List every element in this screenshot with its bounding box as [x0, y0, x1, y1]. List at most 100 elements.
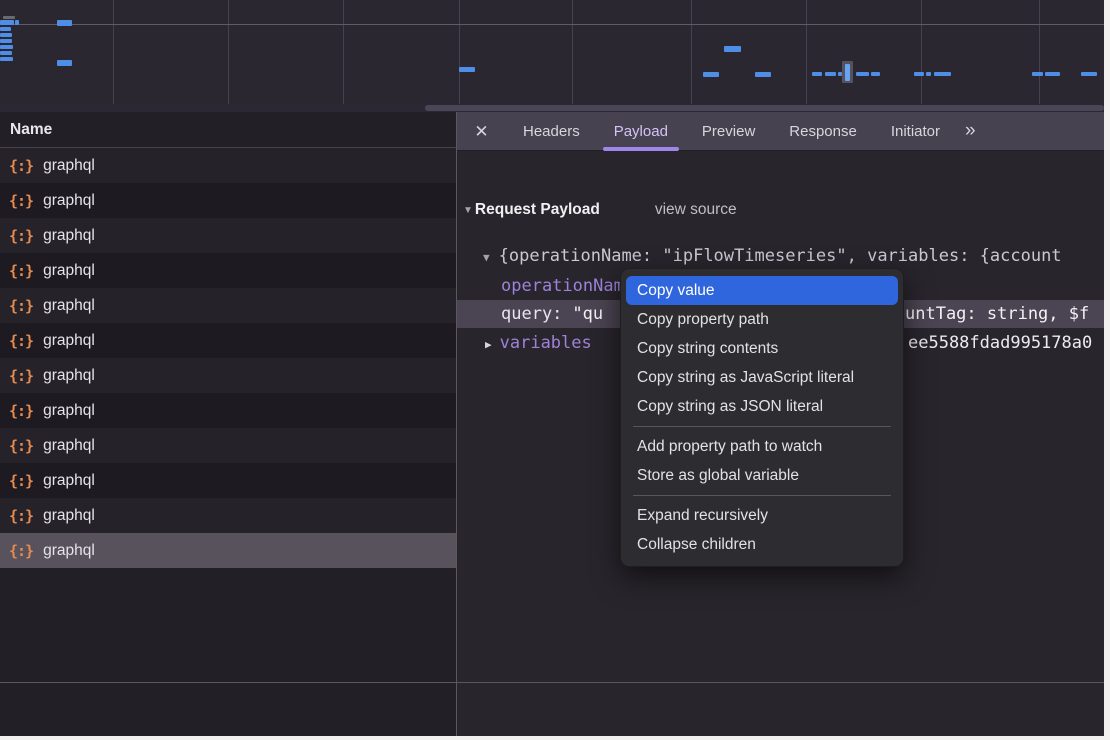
- waterfall-bar: [1032, 72, 1043, 76]
- menu-item-store-as-global-variable[interactable]: Store as global variable: [621, 461, 903, 490]
- waterfall-bar: [934, 72, 951, 76]
- json-braces-icon: {:}: [9, 402, 33, 420]
- menu-item-add-property-path-to-watch[interactable]: Add property path to watch: [621, 432, 903, 461]
- menu-item-copy-string-as-json-literal[interactable]: Copy string as JSON literal: [621, 392, 903, 421]
- payload-summary-text: {operationName: "ipFlowTimeseries", vari…: [499, 246, 1062, 266]
- waterfall-bar: [15, 20, 19, 25]
- screenshot-edge-bottom: [0, 736, 1110, 740]
- request-name: graphql: [43, 332, 95, 350]
- waterfall-bar: [0, 51, 12, 55]
- expanded-triangle-icon: ▼: [483, 251, 490, 264]
- waterfall-bar: [1045, 72, 1060, 76]
- overview-horizontal-gridline: [0, 24, 1104, 25]
- waterfall-bar: [812, 72, 822, 76]
- menu-item-copy-string-contents[interactable]: Copy string contents: [621, 334, 903, 363]
- request-name: graphql: [43, 437, 95, 455]
- menu-item-copy-property-path[interactable]: Copy property path: [621, 305, 903, 334]
- waterfall-bar: [755, 72, 771, 77]
- json-braces-icon: {:}: [9, 542, 33, 560]
- network-request-row[interactable]: {:} graphql: [0, 323, 456, 358]
- waterfall-bar: [926, 72, 931, 76]
- json-value-continued: ee5588fdad995178a0: [908, 330, 1092, 356]
- network-request-row[interactable]: {:} graphql: [0, 428, 456, 463]
- json-string-value: "qu: [572, 304, 603, 324]
- tab-headers[interactable]: Headers: [506, 112, 597, 151]
- waterfall-bar: [459, 67, 475, 72]
- json-braces-icon: {:}: [9, 297, 33, 315]
- screenshot-edge-right: [1104, 0, 1110, 740]
- waterfall-bar: [57, 60, 72, 66]
- waterfall-bar: [3, 16, 15, 19]
- overview-scrollbar-thumb[interactable]: [425, 105, 1104, 111]
- request-name: graphql: [43, 297, 95, 315]
- network-overview-timeline: [0, 0, 1104, 104]
- close-icon[interactable]: ✕: [473, 123, 490, 140]
- waterfall-bar: [0, 39, 12, 43]
- tab-payload[interactable]: Payload: [597, 112, 685, 151]
- json-braces-icon: {:}: [9, 332, 33, 350]
- overview-vertical-gridline: [691, 0, 692, 104]
- network-request-row[interactable]: {:}graphql: [0, 463, 456, 498]
- overview-vertical-gridline: [459, 0, 460, 104]
- request-name: graphql: [43, 507, 95, 525]
- tab-response[interactable]: Response: [772, 112, 874, 151]
- view-source-link[interactable]: view source: [655, 201, 737, 219]
- overview-vertical-gridline: [1039, 0, 1040, 104]
- json-braces-icon: {:}: [9, 157, 33, 175]
- menu-item-copy-string-as-javascript-literal[interactable]: Copy string as JavaScript literal: [621, 363, 903, 392]
- json-braces-icon: {:}: [9, 472, 33, 490]
- overview-vertical-gridline: [572, 0, 573, 104]
- network-request-row[interactable]: {:} graphql: [0, 498, 456, 533]
- json-braces-icon: {:}: [9, 507, 33, 525]
- waterfall-bar: [825, 72, 836, 76]
- menu-item-copy-value[interactable]: Copy value: [626, 276, 898, 305]
- request-name: graphql: [43, 542, 95, 560]
- waterfall-bar: [856, 72, 869, 76]
- menu-item-expand-recursively[interactable]: Expand recursively: [621, 501, 903, 530]
- overview-vertical-gridline: [806, 0, 807, 104]
- json-braces-icon: {:}: [9, 262, 33, 280]
- request-name: graphql: [43, 402, 95, 420]
- request-name: graphql: [43, 192, 95, 210]
- request-name: graphql: [43, 157, 95, 175]
- name-column-label: Name: [10, 121, 52, 139]
- network-request-row[interactable]: {:}graphql: [0, 218, 456, 253]
- waterfall-bar: [724, 46, 741, 52]
- network-request-row[interactable]: {:} graphql: [0, 358, 456, 393]
- footer-divider: [0, 682, 1104, 683]
- request-payload-section-header[interactable]: ▼ Request Payload view source: [463, 201, 737, 219]
- overview-vertical-gridline: [228, 0, 229, 104]
- menu-separator: [633, 426, 891, 427]
- waterfall-bar: [0, 20, 14, 25]
- json-braces-icon: {:}: [9, 192, 33, 210]
- overview-vertical-gridline: [113, 0, 114, 104]
- network-request-row[interactable]: {:}graphql: [0, 253, 456, 288]
- overflow-chevrons-icon[interactable]: »: [965, 120, 977, 142]
- waterfall-bar: [1081, 72, 1097, 76]
- waterfall-bar: [0, 57, 13, 61]
- request-name: graphql: [43, 367, 95, 385]
- json-braces-icon: {:}: [9, 367, 33, 385]
- network-request-row[interactable]: {:} graphql: [0, 533, 456, 568]
- waterfall-bar: [0, 27, 11, 31]
- tab-preview[interactable]: Preview: [685, 112, 772, 151]
- payload-summary-row[interactable]: ▼ {operationName: "ipFlowTimeseries", var…: [457, 243, 1104, 269]
- menu-item-collapse-children[interactable]: Collapse children: [621, 530, 903, 559]
- json-key: variables: [500, 333, 592, 353]
- expanded-triangle-icon: ▼: [463, 205, 473, 216]
- name-column-header[interactable]: Name: [0, 112, 456, 148]
- tab-initiator[interactable]: Initiator: [874, 112, 957, 151]
- json-braces-icon: {:}: [9, 437, 33, 455]
- request-payload-title: Request Payload: [475, 201, 600, 219]
- json-string-value-continued: untTag: string, $f: [905, 300, 1089, 328]
- waterfall-bar: [845, 64, 850, 81]
- json-key: query:: [501, 304, 562, 324]
- network-request-row[interactable]: {:} graphql: [0, 148, 456, 183]
- network-request-row[interactable]: {:} graphql: [0, 288, 456, 323]
- waterfall-bar: [914, 72, 924, 76]
- collapsed-triangle-icon[interactable]: ▶: [485, 338, 492, 351]
- network-request-row[interactable]: {:} graphql: [0, 183, 456, 218]
- waterfall-bar: [0, 45, 13, 49]
- network-request-row[interactable]: {:} graphql: [0, 393, 456, 428]
- waterfall-bar: [0, 33, 12, 37]
